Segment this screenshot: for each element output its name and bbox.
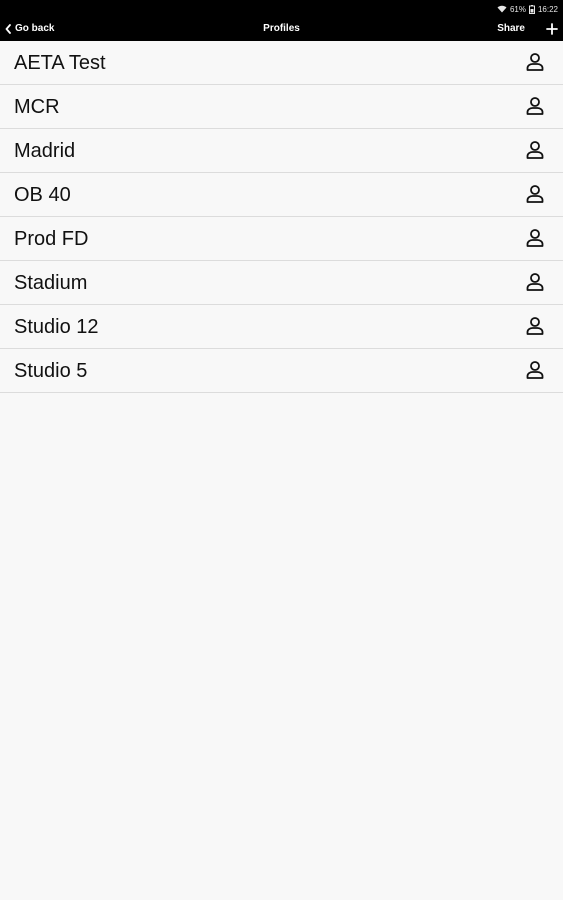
profiles-list: AETA Test MCR Madrid OB 40 Prod FD Stadi… <box>0 41 563 393</box>
profile-row[interactable]: Madrid <box>0 129 563 173</box>
profile-row[interactable]: OB 40 <box>0 173 563 217</box>
person-icon[interactable] <box>525 184 545 204</box>
profile-row[interactable]: AETA Test <box>0 41 563 85</box>
status-bar: 61% 16:22 <box>497 3 558 15</box>
person-icon[interactable] <box>525 96 545 116</box>
person-icon[interactable] <box>525 228 545 248</box>
person-icon[interactable] <box>525 272 545 292</box>
profile-row[interactable]: Prod FD <box>0 217 563 261</box>
person-icon[interactable] <box>525 316 545 336</box>
person-icon[interactable] <box>525 360 545 380</box>
page-title: Profiles <box>263 23 300 34</box>
top-bar: 61% 16:22 Go back Profiles Share <box>0 0 563 41</box>
plus-icon <box>545 22 559 36</box>
profile-row[interactable]: Stadium <box>0 261 563 305</box>
profile-name: Madrid <box>14 140 76 162</box>
add-profile-button[interactable] <box>545 22 559 36</box>
profile-name: Prod FD <box>14 228 89 250</box>
profile-name: Stadium <box>14 272 88 294</box>
battery-percent: 61% <box>509 4 526 14</box>
battery-icon <box>528 4 535 14</box>
back-button[interactable]: Go back <box>5 23 54 34</box>
profile-row[interactable]: Studio 12 <box>0 305 563 349</box>
navigation-bar: Go back Profiles Share <box>0 22 563 38</box>
person-icon[interactable] <box>525 140 545 160</box>
wifi-icon <box>497 5 507 13</box>
share-button[interactable]: Share <box>497 23 525 34</box>
profile-row[interactable]: MCR <box>0 85 563 129</box>
profile-name: OB 40 <box>14 184 71 206</box>
back-label: Go back <box>15 23 55 34</box>
profile-row[interactable]: Studio 5 <box>0 349 563 393</box>
chevron-left-icon <box>5 23 11 34</box>
person-icon[interactable] <box>525 52 545 72</box>
profile-name: AETA Test <box>14 52 106 74</box>
status-time: 16:22 <box>537 4 558 14</box>
profile-name: MCR <box>14 96 60 118</box>
profile-name: Studio 12 <box>14 316 99 338</box>
profile-name: Studio 5 <box>14 360 88 382</box>
